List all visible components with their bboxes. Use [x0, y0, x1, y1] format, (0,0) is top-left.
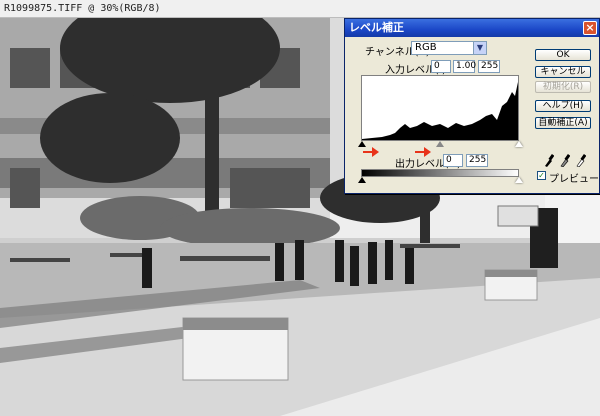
output-level-white[interactable]: 255 — [466, 154, 488, 167]
input-level-black[interactable]: 0 — [431, 60, 451, 73]
output-white-slider[interactable] — [515, 177, 523, 183]
input-level-gamma[interactable]: 1.00 — [453, 60, 476, 73]
input-gamma-slider[interactable] — [436, 141, 444, 147]
help-button[interactable]: ヘルプ(H) — [535, 100, 591, 112]
white-eyedropper-icon[interactable] — [576, 153, 586, 167]
cancel-button[interactable]: キャンセル — [535, 66, 591, 78]
preview-label: プレビュー(P) — [549, 174, 600, 185]
channel-value: RGB — [415, 42, 437, 53]
histogram — [361, 75, 519, 141]
dialog-title: レベル補正 — [345, 19, 599, 37]
channel-select[interactable]: RGB ▼ — [411, 41, 487, 55]
chevron-down-icon: ▼ — [473, 42, 486, 54]
output-black-slider[interactable] — [358, 177, 366, 183]
histogram-curve — [362, 82, 518, 140]
input-black-slider[interactable] — [358, 141, 366, 147]
document-title: R1099875.TIFF @ 30%(RGB/8) — [0, 0, 600, 18]
input-level-white[interactable]: 255 — [478, 60, 500, 73]
input-white-slider[interactable] — [515, 141, 523, 147]
close-button[interactable]: × — [583, 21, 597, 35]
preview-checkbox[interactable]: ✓ — [537, 171, 546, 180]
output-gradient-bar — [361, 169, 519, 177]
black-eyedropper-icon[interactable] — [544, 153, 554, 167]
auto-button[interactable]: 自動補正(A) — [535, 117, 591, 129]
annotation-arrow-right — [415, 147, 431, 157]
levels-dialog: レベル補正 × チャンネル(C): RGB ▼ 入力レベル(I): 0 1.00… — [344, 18, 600, 194]
output-level-black[interactable]: 0 — [443, 154, 463, 167]
ok-button[interactable]: OK — [535, 49, 591, 61]
reset-button[interactable]: 初期化(R) — [535, 81, 591, 93]
annotation-arrow-left — [363, 147, 379, 157]
gray-eyedropper-icon[interactable] — [560, 153, 570, 167]
